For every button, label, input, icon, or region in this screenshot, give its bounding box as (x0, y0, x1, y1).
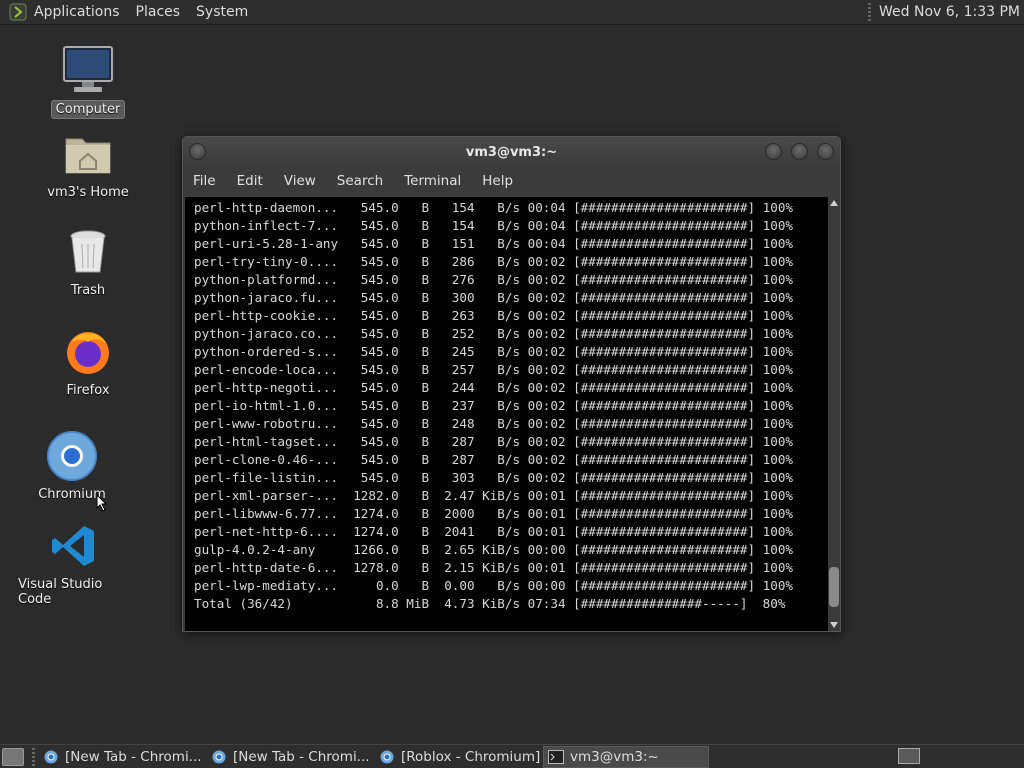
scroll-up-arrow-icon[interactable] (830, 200, 838, 206)
terminal-line: perl-io-html-1.0... 545.0 B 237 B/s 00:0… (194, 398, 793, 413)
taskbar-item-label: vm3@vm3:~ (570, 748, 659, 765)
menu-help[interactable]: Help (482, 173, 513, 189)
terminal-menubar: File Edit View Search Terminal Help (183, 167, 840, 195)
terminal-line: perl-http-daemon... 545.0 B 154 B/s 00:0… (194, 200, 793, 215)
desktop-icon-firefox[interactable]: Firefox (28, 326, 148, 399)
terminal-line: Total (36/42) 8.8 MiB 4.73 KiB/s 07:34 [… (194, 596, 786, 611)
firefox-icon (62, 326, 114, 378)
taskbar-item-label: [New Tab - Chromi... (65, 748, 202, 765)
taskbar-item-active[interactable]: vm3@vm3:~ (543, 745, 709, 768)
bottom-panel: [New Tab - Chromi... [New Tab - Chromi..… (0, 744, 1024, 768)
terminal-line: perl-html-tagset... 545.0 B 287 B/s 00:0… (194, 434, 793, 449)
desktop-icon-chromium[interactable]: Chromium (12, 430, 132, 503)
taskbar-item-label: [New Tab - Chromi... (233, 748, 370, 765)
scroll-down-arrow-icon[interactable] (830, 622, 838, 628)
terminal-line: perl-file-listin... 545.0 B 303 B/s 00:0… (194, 470, 793, 485)
applications-menu[interactable]: Applications (34, 4, 120, 20)
terminal-line: python-platformd... 545.0 B 276 B/s 00:0… (194, 272, 793, 287)
terminal-line: perl-xml-parser-... 1282.0 B 2.47 KiB/s … (194, 488, 793, 503)
terminal-scrollbar[interactable] (828, 197, 840, 631)
scrollbar-thumb[interactable] (829, 567, 839, 607)
terminal-line: perl-net-http-6.... 1274.0 B 2041 B/s 00… (194, 524, 793, 539)
desktop-icon-home[interactable]: vm3's Home (28, 128, 148, 201)
trash-icon (62, 226, 114, 278)
menu-file[interactable]: File (193, 173, 216, 189)
chromium-icon (211, 749, 227, 765)
panel-handle[interactable] (868, 3, 872, 21)
terminal-line: python-jaraco.fu... 545.0 B 300 B/s 00:0… (194, 290, 793, 305)
terminal-line: perl-http-cookie... 545.0 B 263 B/s 00:0… (194, 308, 793, 323)
terminal-line: python-ordered-s... 545.0 B 245 B/s 00:0… (194, 344, 793, 359)
desktop-icon-label: Trash (70, 283, 106, 298)
desktop-icon-label: Visual Studio Code (18, 577, 103, 607)
desktop-icon-label: Computer (50, 100, 126, 119)
terminal-output[interactable]: perl-http-daemon... 545.0 B 154 B/s 00:0… (185, 197, 828, 631)
workspace-switcher[interactable] (898, 748, 920, 764)
menu-terminal[interactable]: Terminal (404, 173, 461, 189)
terminal-line: perl-www-robotru... 545.0 B 248 B/s 00:0… (194, 416, 793, 431)
terminal-line: perl-http-negoti... 545.0 B 244 B/s 00:0… (194, 380, 793, 395)
terminal-icon (548, 749, 564, 765)
distro-logo-icon[interactable] (8, 2, 28, 22)
chromium-icon (379, 749, 395, 765)
taskbar-item[interactable]: [New Tab - Chromi... (207, 746, 373, 768)
terminal-line: python-jaraco.co... 545.0 B 252 B/s 00:0… (194, 326, 793, 341)
terminal-line: perl-http-date-6... 1278.0 B 2.15 KiB/s … (194, 560, 793, 575)
home-folder-icon (62, 128, 114, 180)
minimize-button[interactable] (765, 143, 782, 160)
terminal-line: perl-uri-5.28-1-any 545.0 B 151 B/s 00:0… (194, 236, 793, 251)
mouse-cursor-icon (96, 494, 108, 512)
terminal-line: gulp-4.0.2-4-any 1266.0 B 2.65 KiB/s 00:… (194, 542, 793, 557)
menu-edit[interactable]: Edit (237, 173, 263, 189)
chromium-icon (46, 430, 98, 482)
maximize-button[interactable] (791, 143, 808, 160)
taskbar-item-label: [Roblox - Chromium] (401, 748, 541, 765)
computer-icon (62, 44, 114, 96)
menu-view[interactable]: View (284, 173, 316, 189)
vscode-icon (48, 520, 100, 572)
desktop-icon-label: Firefox (66, 383, 110, 398)
taskbar-item[interactable]: [New Tab - Chromi... (39, 746, 205, 768)
desktop-icon-vscode[interactable]: Visual Studio Code (14, 520, 134, 608)
system-menu[interactable]: System (196, 4, 248, 20)
panel-handle[interactable] (32, 747, 35, 766)
show-desktop-button[interactable] (2, 747, 24, 766)
window-title: vm3@vm3:~ (465, 144, 558, 160)
places-menu[interactable]: Places (136, 4, 181, 20)
menu-search[interactable]: Search (337, 173, 383, 189)
chromium-icon (43, 749, 59, 765)
close-button[interactable] (817, 143, 834, 160)
terminal-line: perl-encode-loca... 545.0 B 257 B/s 00:0… (194, 362, 793, 377)
desktop-icon-label: vm3's Home (47, 185, 129, 200)
window-titlebar[interactable]: vm3@vm3:~ (183, 137, 840, 167)
desktop-icon-computer[interactable]: Computer (28, 44, 148, 119)
window-menu-button[interactable] (189, 143, 206, 160)
clock[interactable]: Wed Nov 6, 1:33 PM (879, 4, 1020, 20)
terminal-line: perl-libwww-6.77... 1274.0 B 2000 B/s 00… (194, 506, 793, 521)
terminal-window: vm3@vm3:~ File Edit View Search Terminal… (182, 136, 841, 632)
terminal-line: python-inflect-7... 545.0 B 154 B/s 00:0… (194, 218, 793, 233)
terminal-line: perl-try-tiny-0.... 545.0 B 286 B/s 00:0… (194, 254, 793, 269)
desktop-icon-trash[interactable]: Trash (28, 226, 148, 299)
top-panel: Applications Places System Wed Nov 6, 1:… (0, 0, 1024, 25)
terminal-line: perl-lwp-mediaty... 0.0 B 0.00 B/s 00:00… (194, 578, 793, 593)
terminal-line: perl-clone-0.46-... 545.0 B 287 B/s 00:0… (194, 452, 793, 467)
taskbar-item[interactable]: [Roblox - Chromium] (375, 746, 541, 768)
